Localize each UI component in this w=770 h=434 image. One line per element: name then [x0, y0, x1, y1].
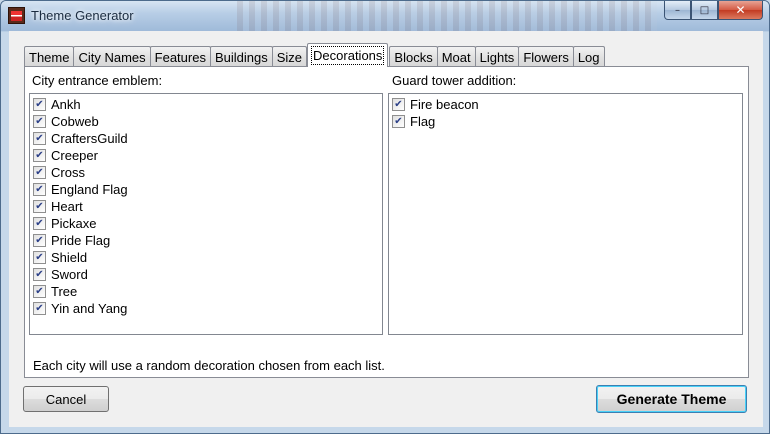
tab-theme[interactable]: Theme: [24, 46, 75, 67]
decoration-note: Each city will use a random decoration c…: [33, 358, 385, 373]
emblem-item[interactable]: ✔ Cobweb: [30, 113, 382, 130]
tab-strip: Theme City Names Features Buildings Size…: [24, 43, 605, 67]
close-icon: ✕: [735, 3, 746, 17]
emblem-item-label: Pride Flag: [51, 233, 111, 248]
checkbox-checked-icon[interactable]: ✔: [33, 234, 46, 247]
tab-moat[interactable]: Moat: [436, 46, 476, 67]
tab-label: Buildings: [214, 49, 268, 65]
tower-item[interactable]: ✔ Fire beacon: [389, 96, 742, 113]
checkbox-checked-icon[interactable]: ✔: [392, 98, 405, 111]
minimize-icon: –: [675, 4, 680, 16]
checkbox-checked-icon[interactable]: ✔: [33, 268, 46, 281]
emblem-item[interactable]: ✔ Yin and Yang: [30, 300, 382, 317]
checkbox-checked-icon[interactable]: ✔: [33, 285, 46, 298]
checkbox-checked-icon[interactable]: ✔: [33, 98, 46, 111]
emblem-item[interactable]: ✔ Creeper: [30, 147, 382, 164]
emblem-item-label: Creeper: [51, 148, 98, 163]
emblem-item[interactable]: ✔ Pride Flag: [30, 232, 382, 249]
maximize-icon: □: [699, 4, 710, 16]
tab-label: Blocks: [394, 49, 433, 65]
tab-log[interactable]: Log: [572, 46, 605, 67]
cancel-button[interactable]: Cancel: [23, 386, 109, 412]
checkbox-checked-icon[interactable]: ✔: [33, 132, 46, 145]
theme-generator-window: Theme Generator – □ ✕ Theme City Names F…: [0, 0, 770, 434]
checkbox-checked-icon[interactable]: ✔: [33, 200, 46, 213]
tab-label: Flowers: [523, 49, 569, 65]
tab-label: Theme: [29, 49, 70, 65]
emblem-item-label: Pickaxe: [51, 216, 97, 231]
emblem-item[interactable]: ✔ Heart: [30, 198, 382, 215]
emblem-item-label: Cross: [51, 165, 85, 180]
maximize-button[interactable]: □: [691, 1, 718, 20]
emblem-item-label: CraftersGuild: [51, 131, 128, 146]
emblem-item[interactable]: ✔ Shield: [30, 249, 382, 266]
window-title: Theme Generator: [31, 8, 134, 23]
checkbox-checked-icon[interactable]: ✔: [392, 115, 405, 128]
generate-theme-button-label: Generate Theme: [616, 391, 727, 407]
emblem-item[interactable]: ✔ Sword: [30, 266, 382, 283]
checkbox-checked-icon[interactable]: ✔: [33, 217, 46, 230]
checkbox-checked-icon[interactable]: ✔: [33, 166, 46, 179]
emblem-item-label: Yin and Yang: [51, 301, 128, 316]
emblem-item-label: England Flag: [51, 182, 128, 197]
checkbox-checked-icon[interactable]: ✔: [33, 183, 46, 196]
tab-decorations[interactable]: Decorations: [307, 43, 389, 67]
tab-size[interactable]: Size: [271, 46, 308, 67]
tower-item[interactable]: ✔ Flag: [389, 113, 742, 130]
emblem-item[interactable]: ✔ Ankh: [30, 96, 382, 113]
title-bar-background: [237, 1, 657, 31]
tower-item-label: Fire beacon: [410, 97, 479, 112]
checkbox-checked-icon[interactable]: ✔: [33, 302, 46, 315]
close-button[interactable]: ✕: [718, 1, 763, 20]
emblem-item[interactable]: ✔ Cross: [30, 164, 382, 181]
tower-checklist[interactable]: ✔ Fire beacon ✔ Flag: [388, 93, 743, 335]
tab-label: Size: [276, 49, 303, 65]
tower-item-label: Flag: [410, 114, 436, 129]
cancel-button-label: Cancel: [45, 391, 87, 407]
emblem-list-label: City entrance emblem:: [32, 73, 163, 88]
app-castle-icon[interactable]: [8, 7, 25, 24]
tab-label: Decorations: [311, 46, 385, 65]
checkbox-checked-icon[interactable]: ✔: [33, 115, 46, 128]
decorations-panel: City entrance emblem: ✔ Ankh ✔ Cobweb ✔ Craft…: [24, 66, 749, 378]
checkbox-checked-icon[interactable]: ✔: [33, 251, 46, 264]
tab-blocks[interactable]: Blocks: [389, 46, 438, 67]
client-area: Theme City Names Features Buildings Size…: [9, 31, 763, 427]
window-controls: – □ ✕: [664, 1, 763, 21]
minimize-button[interactable]: –: [664, 1, 691, 20]
emblem-item-label: Cobweb: [51, 114, 99, 129]
tab-label: Moat: [441, 49, 471, 65]
tab-lights[interactable]: Lights: [474, 46, 520, 67]
tab-buildings[interactable]: Buildings: [209, 46, 273, 67]
checkbox-checked-icon[interactable]: ✔: [33, 149, 46, 162]
emblem-item-label: Sword: [51, 267, 88, 282]
tab-label: Features: [154, 49, 206, 65]
tab-label: Lights: [479, 49, 515, 65]
tab-flowers[interactable]: Flowers: [518, 46, 574, 67]
emblem-item-label: Ankh: [51, 97, 81, 112]
emblem-item[interactable]: ✔ England Flag: [30, 181, 382, 198]
emblem-item[interactable]: ✔ Pickaxe: [30, 215, 382, 232]
emblem-item-label: Heart: [51, 199, 83, 214]
emblem-item-label: Tree: [51, 284, 78, 299]
tab-city-names[interactable]: City Names: [73, 46, 151, 67]
tab-features[interactable]: Features: [149, 46, 211, 67]
title-bar[interactable]: Theme Generator – □ ✕: [1, 1, 769, 31]
tab-label: City Names: [78, 49, 146, 65]
emblem-item-label: Shield: [51, 250, 88, 265]
emblem-checklist[interactable]: ✔ Ankh ✔ Cobweb ✔ CraftersGuild ✔ Creeper ✔ Cross…: [29, 93, 383, 335]
emblem-item[interactable]: ✔ Tree: [30, 283, 382, 300]
tab-label: Log: [577, 49, 600, 65]
tower-list-label: Guard tower addition:: [392, 73, 517, 88]
emblem-item[interactable]: ✔ CraftersGuild: [30, 130, 382, 147]
generate-theme-button[interactable]: Generate Theme: [596, 385, 747, 413]
